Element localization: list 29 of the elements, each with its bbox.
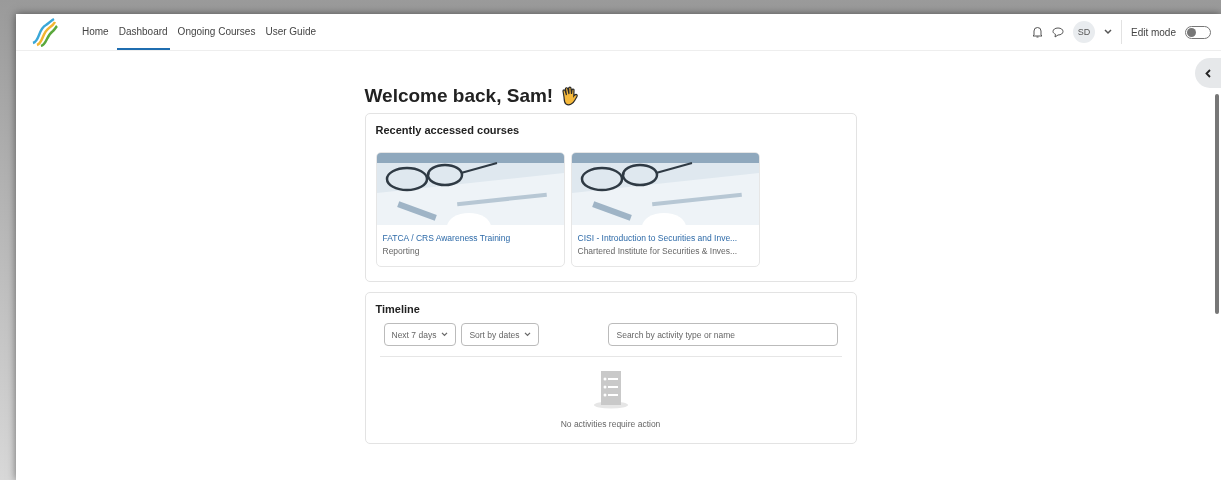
course-link[interactable]: FATCA / CRS Awareness Training — [382, 233, 558, 243]
nav-link[interactable]: User Guide — [263, 14, 318, 50]
nav-link[interactable]: Dashboard — [116, 14, 170, 50]
logo-icon[interactable] — [30, 17, 60, 47]
empty-message: No activities require action — [560, 419, 661, 429]
notification-bell-icon[interactable] — [1031, 26, 1043, 38]
chat-bubble-icon[interactable] — [1051, 26, 1064, 38]
caret-icon[interactable] — [1103, 29, 1112, 35]
user-avatar[interactable]: SD — [1072, 21, 1095, 43]
caret-icon — [441, 332, 449, 337]
course-link[interactable]: CISI - Introduction to Securities and Inve... — [577, 233, 753, 243]
chevron-left-icon — [1205, 68, 1211, 78]
section-title: Timeline — [375, 303, 421, 315]
course-category: Reporting — [382, 246, 421, 256]
course-card[interactable]: FATCA / CRS Awareness Training Reporting — [375, 152, 565, 267]
empty-list-icon — [592, 369, 629, 409]
caret-icon — [524, 332, 532, 337]
filter-dropdown[interactable]: Sort by dates — [461, 323, 540, 346]
nav-link[interactable]: Ongoing Courses — [175, 14, 258, 50]
course-category: Chartered Institute for Securities & Inves... — [577, 246, 739, 256]
search-field[interactable]: Search by activity type or name — [607, 323, 838, 346]
scrollbar[interactable] — [1215, 94, 1219, 314]
nav-link[interactable]: Home — [80, 14, 111, 50]
course-card[interactable]: CISI - Introduction to Securities and Inve... Chartered Institute for Securities & Inves... — [570, 152, 760, 267]
welcome-heading: Welcome back, Sam! — [364, 85, 554, 107]
section-title: Recently accessed courses — [375, 124, 521, 136]
edit-mode-label: Edit mode — [1130, 26, 1176, 38]
drawer-toggle-button[interactable] — [1195, 58, 1221, 88]
filter-dropdown[interactable]: Next 7 days — [383, 323, 457, 346]
